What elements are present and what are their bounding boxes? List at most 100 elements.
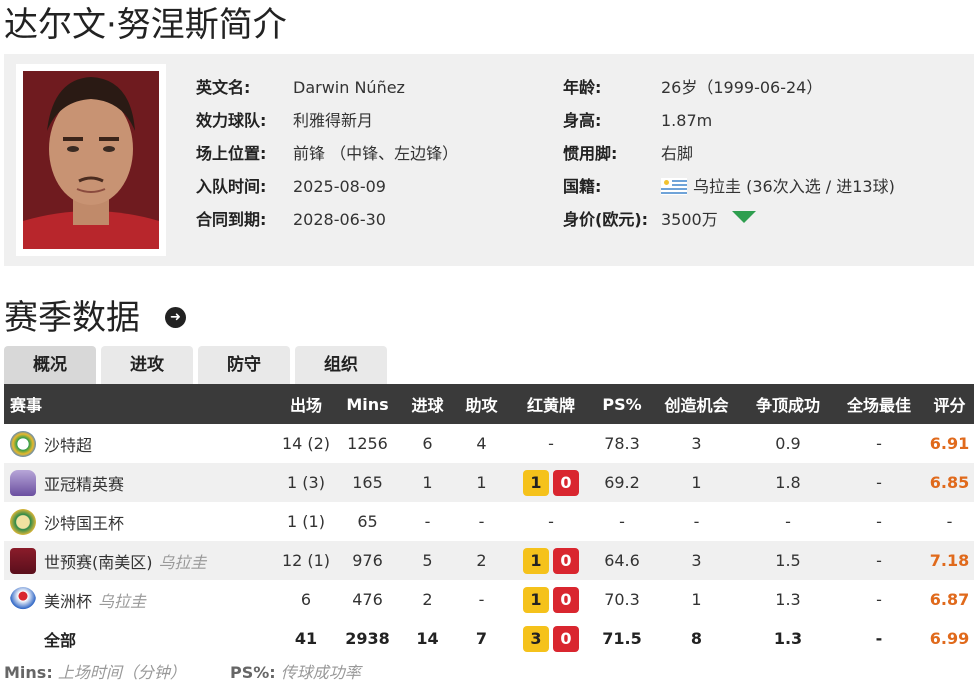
table-row[interactable]: 沙特国王杯 1 (1) 65 - - - - - - - -	[4, 502, 974, 541]
table-row[interactable]: 美洲杯 乌拉圭 6 476 2-1 0 70.3 1 1.3-6.87	[4, 580, 974, 619]
footnote-pass-pct: PS%: 传球成功率	[230, 662, 361, 684]
competition-name[interactable]: 沙特超	[44, 436, 92, 455]
table-cell: 1 (3)	[277, 463, 335, 502]
profile-value: 右脚	[661, 142, 693, 166]
red-card-count: 0	[553, 586, 579, 613]
table-cell: 6.85	[925, 463, 974, 502]
table-cell: 6	[422, 434, 433, 453]
tab-defense[interactable]: 防守	[198, 346, 290, 384]
cards-cell: 30	[508, 619, 594, 658]
col-header-pass-pct: PS%	[594, 384, 650, 424]
profile-value: 3500万	[661, 208, 756, 232]
profile-value: Darwin Núñez	[293, 76, 405, 100]
col-header-competition: 赛事	[4, 384, 277, 424]
profile-value: 2025-08-09	[293, 175, 386, 199]
profile-value-text: 2025-08-09	[293, 177, 386, 196]
competition-cell[interactable]: 美洲杯 乌拉圭	[4, 580, 277, 619]
yellow-card-count: 1	[523, 586, 549, 613]
profile-value: 前锋 （中锋、左边锋）	[293, 142, 458, 166]
table-row[interactable]: 沙特超 14 (2) 1256 6 4 - 78.3 3 0.9 - 6.91	[4, 424, 974, 463]
tab-attack[interactable]: 进攻	[101, 346, 193, 384]
profile-label: 年龄:	[563, 78, 602, 97]
footnote-text: 传球成功率	[280, 663, 361, 682]
table-cell: 1.3	[775, 590, 801, 609]
yellow-card-count: 3	[523, 625, 549, 652]
profile-label: 身高:	[563, 111, 602, 130]
copa-america-icon	[10, 586, 36, 613]
page-title: 达尔文·努涅斯简介	[4, 5, 287, 45]
red-card-count: 0	[553, 547, 579, 574]
player-photo-frame	[16, 64, 166, 256]
table-cell: 0.9	[775, 434, 801, 453]
competition-cell[interactable]: 世预赛(南美区) 乌拉圭	[4, 541, 277, 580]
profile-label: 效力球队:	[196, 111, 267, 130]
table-cell: 70.3	[604, 590, 640, 609]
competition-cell[interactable]: 沙特国王杯	[4, 502, 277, 541]
profile-value-text: 2028-06-30	[293, 210, 386, 229]
arrow-right-icon[interactable]: ➜	[165, 307, 186, 328]
table-cell: 78.3	[604, 434, 640, 453]
profile-value: 1.87m	[661, 109, 712, 133]
profile-label: 英文名:	[196, 78, 251, 97]
table-cell: 976	[335, 541, 400, 580]
competition-name[interactable]: 亚冠精英赛	[44, 475, 124, 494]
table-cell: -	[876, 512, 882, 531]
table-cell: -	[693, 512, 700, 531]
profile-value-text: 利雅得新月	[293, 111, 374, 130]
tab-overview[interactable]: 概况	[4, 346, 96, 384]
table-cell: 1	[400, 463, 455, 502]
table-cell: -	[875, 629, 883, 648]
competition-country: 乌拉圭	[98, 591, 147, 611]
profile-value: 乌拉圭 (36次入选 / 进13球)	[661, 175, 895, 199]
competition-name[interactable]: 美洲杯	[44, 592, 92, 611]
table-cell: 8	[690, 629, 703, 648]
table-cell: 1.3	[773, 629, 803, 648]
table-cell: 1	[650, 463, 743, 502]
profile-label: 国籍:	[563, 177, 602, 196]
col-header-rating: 评分	[925, 384, 974, 424]
table-cell: -	[478, 590, 485, 609]
profile-label: 身价(欧元):	[563, 210, 649, 229]
table-cell: -	[876, 590, 882, 609]
competition-name[interactable]: 沙特国王杯	[44, 514, 124, 533]
season-stats-table: 赛事 出场 Mins 进球 助攻 红黄牌 PS% 创造机会 争顶成功 全场最佳 …	[4, 384, 974, 658]
cards-cell: 10	[508, 541, 594, 580]
footnote-key: PS%:	[230, 663, 276, 682]
profile-value: 2028-06-30	[293, 208, 386, 232]
table-cell: -	[619, 512, 625, 531]
competition-cell[interactable]: 亚冠精英赛	[4, 463, 277, 502]
profile-label: 合同到期:	[196, 210, 267, 229]
col-header-cards: 红黄牌	[508, 384, 594, 424]
table-cell: 14	[416, 629, 439, 648]
competition-cell[interactable]: 沙特超	[4, 424, 277, 463]
red-card-count: 0	[553, 469, 579, 496]
tab-organize[interactable]: 组织	[295, 346, 387, 384]
col-header-mins: Mins	[335, 384, 400, 424]
table-cell: 1	[691, 590, 702, 609]
table-cell: -	[424, 512, 431, 531]
table-cell: -	[876, 434, 882, 453]
col-header-motm: 全场最佳	[833, 384, 925, 424]
table-cell: 2	[455, 541, 508, 580]
world-cup-qualifiers-icon	[10, 547, 36, 574]
table-cell: 64.6	[594, 541, 650, 580]
table-cell: 6.91	[929, 434, 970, 453]
table-cell: -	[946, 512, 953, 531]
profile-value-text: 3500万	[661, 210, 718, 229]
competition-name[interactable]: 世预赛(南美区)	[44, 553, 153, 572]
table-row[interactable]: 世预赛(南美区) 乌拉圭 12 (1) 976 5 2 1 0 64.6 3 1.5-7.18	[4, 541, 974, 580]
table-cell: 65	[357, 512, 378, 531]
section-title: 赛季数据	[4, 298, 140, 338]
table-row[interactable]: 亚冠精英赛 1 (3) 165 1 1 1 0 69.2 1 1.8-6.85	[4, 463, 974, 502]
cards-cell: 10	[508, 463, 594, 502]
table-cell: 1.5	[743, 541, 833, 580]
table-cell: 41	[294, 629, 318, 648]
value-down-arrow-icon	[731, 211, 756, 223]
footnote-mins: Mins: 上场时间（分钟）	[4, 662, 186, 684]
table-cell: -	[785, 512, 791, 531]
table-cell: 476	[352, 590, 383, 609]
table-cell: 7	[475, 629, 488, 648]
profile-value-text: 1.87m	[661, 111, 713, 130]
table-cell: 6	[300, 590, 312, 609]
table-cell: 4	[476, 434, 487, 453]
